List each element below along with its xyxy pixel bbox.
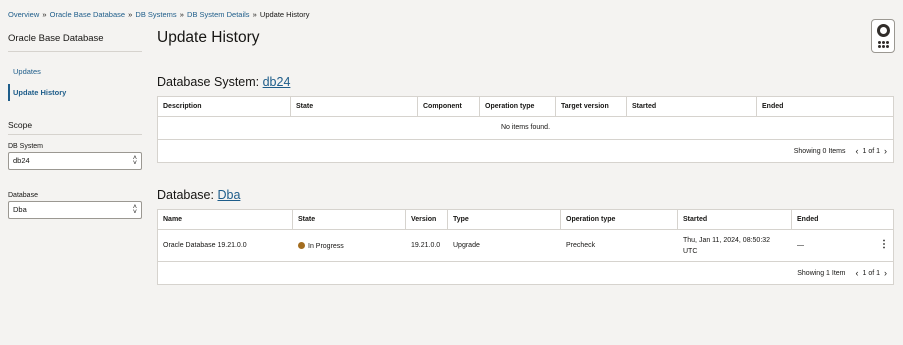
table-header: Description State Component Operation ty…	[158, 97, 893, 117]
items-count: Showing 0 Items	[793, 147, 846, 155]
column-header[interactable]: Started	[678, 210, 792, 229]
section-prefix: Database System:	[157, 75, 263, 89]
db-system-section-title: Database System: db24	[157, 75, 290, 89]
chevron-left-icon[interactable]: ‹	[855, 146, 858, 156]
column-header[interactable]: Target version	[556, 97, 627, 116]
column-header[interactable]: State	[293, 210, 406, 229]
breadcrumb-separator: »	[177, 10, 187, 19]
started-cell: Thu, Jan 11, 2024, 08:50:32 UTC	[678, 235, 792, 257]
kebab-menu-icon[interactable]: ⋮	[879, 240, 889, 250]
started-timezone: UTC	[683, 247, 698, 255]
type-cell: Upgrade	[453, 242, 480, 249]
page-indicator: 1 of 1	[862, 269, 880, 277]
status-badge: In Progress	[308, 242, 344, 250]
scope-heading: Scope	[8, 120, 142, 135]
help-button[interactable]	[871, 19, 895, 53]
sidebar: Oracle Base Database Updates Update Hist…	[8, 30, 142, 219]
select-chevron-icon: ˅	[132, 209, 137, 216]
page-title: Update History	[157, 29, 260, 46]
started-datetime: Thu, Jan 11, 2024, 08:50:32	[683, 236, 771, 244]
db-name: Oracle Database 19.21.0.0	[163, 242, 247, 249]
chevron-right-icon[interactable]: ›	[884, 268, 887, 278]
breadcrumb-current: Update History	[259, 10, 310, 19]
breadcrumb-separator: »	[250, 10, 259, 19]
sidebar-item-updates[interactable]: Updates	[8, 66, 142, 78]
chevron-left-icon[interactable]: ‹	[855, 268, 858, 278]
db-system-label: DB System	[8, 143, 44, 150]
db-system-value: db24	[13, 156, 30, 165]
select-chevron-icon: ˅	[132, 160, 137, 167]
state-cell: In Progress	[293, 241, 406, 250]
breadcrumb-overview[interactable]: Overview	[8, 10, 39, 19]
column-header[interactable]: Version	[406, 210, 448, 229]
ended-cell: —	[797, 242, 804, 249]
column-header[interactable]: Ended	[792, 210, 893, 229]
database-link[interactable]: Dba	[217, 188, 240, 202]
breadcrumb-db-system-details[interactable]: DB System Details	[187, 10, 250, 19]
page-indicator: 1 of 1	[862, 147, 880, 155]
database-value: Dba	[13, 205, 27, 214]
sidebar-item-update-history[interactable]: Update History	[8, 84, 142, 101]
section-prefix: Database:	[157, 188, 218, 202]
status-in-progress-icon	[298, 241, 305, 249]
operation-type-cell: Precheck	[566, 242, 596, 249]
db-system-updates-table: Description State Component Operation ty…	[157, 96, 894, 163]
breadcrumb-oracle-base-database[interactable]: Oracle Base Database	[50, 10, 125, 19]
table-footer: Showing 1 Item ‹ 1 of 1 ›	[158, 262, 893, 284]
chevron-right-icon[interactable]: ›	[884, 146, 887, 156]
db-system-select[interactable]: db24 ˄ ˅	[8, 152, 142, 170]
database-label: Database	[8, 192, 38, 199]
pagination: ‹ 1 of 1 ›	[855, 146, 887, 156]
column-header[interactable]: Component	[418, 97, 480, 116]
pagination: ‹ 1 of 1 ›	[855, 268, 887, 278]
sidebar-title: Oracle Base Database	[8, 30, 142, 52]
table-row: Oracle Database 19.21.0.0 In Progress 19…	[158, 230, 893, 262]
breadcrumb-separator: »	[40, 10, 49, 19]
db-system-link[interactable]: db24	[263, 75, 291, 89]
column-header[interactable]: Started	[627, 97, 757, 116]
items-count: Showing 1 Item	[797, 269, 846, 277]
column-header[interactable]: Name	[158, 210, 293, 229]
column-header[interactable]: State	[291, 97, 418, 116]
grid-dots-icon	[877, 41, 889, 48]
empty-state: No items found.	[158, 117, 893, 140]
version-cell: 19.21.0.0	[411, 242, 441, 249]
breadcrumb-db-systems[interactable]: DB Systems	[135, 10, 176, 19]
column-header[interactable]: Description	[158, 97, 291, 116]
breadcrumb: Overview » Oracle Base Database » DB Sys…	[8, 10, 310, 19]
database-updates-table: Name State Version Type Operation type S…	[157, 209, 894, 285]
database-select[interactable]: Dba ˄ ˅	[8, 201, 142, 219]
table-footer: Showing 0 Items ‹ 1 of 1 ›	[158, 140, 893, 162]
database-section-title: Database: Dba	[157, 188, 240, 202]
table-header: Name State Version Type Operation type S…	[158, 210, 893, 230]
column-header[interactable]: Operation type	[561, 210, 678, 229]
column-header[interactable]: Ended	[757, 97, 893, 116]
breadcrumb-separator: »	[126, 10, 135, 19]
lifebuoy-icon	[876, 24, 890, 37]
column-header[interactable]: Type	[448, 210, 561, 229]
column-header[interactable]: Operation type	[480, 97, 556, 116]
